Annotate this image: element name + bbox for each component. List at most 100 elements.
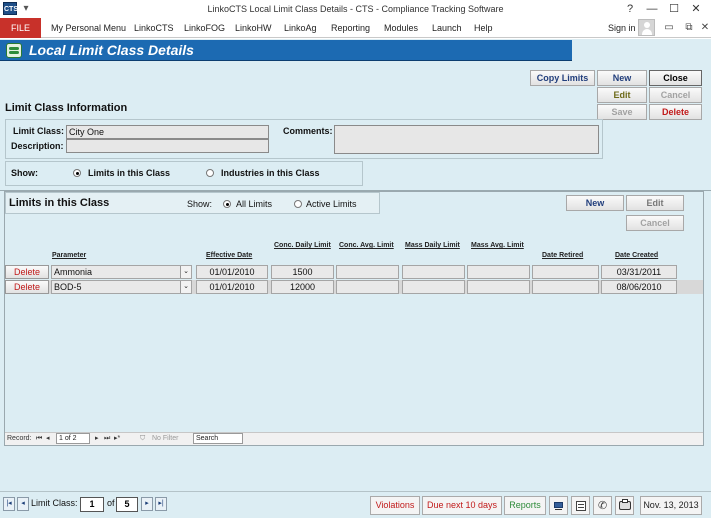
linko-logo-icon xyxy=(6,43,22,58)
comments-label: Comments: xyxy=(283,126,333,136)
parameter-select[interactable]: Ammonia ⌄ xyxy=(51,265,192,279)
limits-cancel-button[interactable]: Cancel xyxy=(626,215,684,231)
chevron-down-icon[interactable]: ⌄ xyxy=(180,281,191,293)
col-mass-daily: Mass Daily Limit xyxy=(405,242,460,249)
maximize-icon[interactable]: ☐ xyxy=(663,0,685,18)
ribbon-minimize-icon[interactable]: ▭ xyxy=(660,19,678,37)
list-icon[interactable] xyxy=(571,496,590,515)
window-title: LinkoCTS Local Limit Class Details - CTS… xyxy=(207,4,504,14)
radio-limits-in-class[interactable] xyxy=(73,169,81,177)
description-label: Description: xyxy=(11,141,64,151)
page-title: Local Limit Class Details xyxy=(29,42,194,58)
date-created-cell[interactable]: 08/06/2010 xyxy=(601,280,677,294)
delete-button[interactable]: Delete xyxy=(649,104,702,120)
limits-title: Limits in this Class xyxy=(9,197,110,209)
edit-button[interactable]: Edit xyxy=(597,87,647,103)
mass-daily-cell[interactable] xyxy=(402,280,465,294)
mass-avg-cell[interactable] xyxy=(467,280,530,294)
mass-avg-cell[interactable] xyxy=(467,265,530,279)
minimize-icon[interactable]: — xyxy=(641,0,663,18)
copy-limits-button[interactable]: Copy Limits xyxy=(530,70,595,86)
date-retired-cell[interactable] xyxy=(532,280,599,294)
app-icon[interactable]: CTS xyxy=(3,2,18,15)
effective-date-cell[interactable]: 01/01/2010 xyxy=(196,265,268,279)
row-delete-button[interactable]: Delete xyxy=(5,265,49,279)
radio-active-limits[interactable] xyxy=(294,200,302,208)
col-conc-avg: Conc. Avg. Limit xyxy=(339,242,394,249)
close-button[interactable]: Close xyxy=(649,70,702,86)
col-effective-date: Effective Date xyxy=(206,252,253,259)
menu-launch[interactable]: Launch xyxy=(432,18,462,38)
menu-my-personal-menu[interactable]: My Personal Menu xyxy=(51,18,126,38)
no-filter-label[interactable]: No Filter xyxy=(152,433,178,444)
menu-modules[interactable]: Modules xyxy=(384,18,418,38)
user-avatar-icon[interactable] xyxy=(638,19,655,36)
limit-class-field[interactable]: City One xyxy=(66,125,269,139)
conc-avg-cell[interactable] xyxy=(336,280,399,294)
parameter-select[interactable]: BOD-5 ⌄ xyxy=(51,280,192,294)
limits-edit-button[interactable]: Edit xyxy=(626,195,684,211)
filter-icon[interactable]: ⛉ xyxy=(140,433,145,444)
next-class-icon[interactable]: ▸ xyxy=(141,497,153,511)
menu-reporting[interactable]: Reporting xyxy=(331,18,370,38)
next-record-icon[interactable]: ▸ xyxy=(95,433,99,444)
mass-daily-cell[interactable] xyxy=(402,265,465,279)
phone-icon[interactable]: ✆ xyxy=(593,496,612,515)
last-class-icon[interactable]: ▸| xyxy=(155,497,167,511)
due-next-button[interactable]: Due next 10 days xyxy=(422,496,502,515)
conc-avg-cell[interactable] xyxy=(336,265,399,279)
save-icon[interactable]: ▾ xyxy=(20,1,32,17)
chevron-down-icon[interactable]: ⌄ xyxy=(180,266,191,278)
date-retired-cell[interactable] xyxy=(532,265,599,279)
radio-industries-in-class[interactable] xyxy=(206,169,214,177)
reports-button[interactable]: Reports xyxy=(504,496,546,515)
col-parameter: Parameter xyxy=(52,252,87,259)
close-window-icon[interactable]: ✕ xyxy=(685,0,707,18)
fax-icon[interactable] xyxy=(615,496,634,515)
industries-in-class-label: Industries in this Class xyxy=(221,168,320,178)
first-class-icon[interactable]: |◂ xyxy=(3,497,15,511)
menu-help[interactable]: Help xyxy=(474,18,493,38)
record-label: Record: xyxy=(7,435,32,442)
save-button[interactable]: Save xyxy=(597,104,647,120)
last-record-icon[interactable]: ⏭ xyxy=(104,433,110,444)
monitor-icon[interactable] xyxy=(549,496,568,515)
row-delete-button[interactable]: Delete xyxy=(5,280,49,294)
col-mass-avg: Mass Avg. Limit xyxy=(471,242,524,249)
effective-date-cell[interactable]: 01/01/2010 xyxy=(196,280,268,294)
conc-daily-cell[interactable]: 12000 xyxy=(271,280,334,294)
status-limit-class-label: Limit Class: xyxy=(31,498,78,508)
cancel-button[interactable]: Cancel xyxy=(649,87,702,103)
parameter-value: Ammonia xyxy=(54,267,93,277)
limits-new-button[interactable]: New xyxy=(566,195,624,211)
close-document-icon[interactable]: ✕ xyxy=(696,19,711,37)
total-class-field: 5 xyxy=(116,497,138,512)
menu-linkoag[interactable]: LinkoAg xyxy=(284,18,317,38)
date-created-cell[interactable]: 03/31/2011 xyxy=(601,265,677,279)
record-position[interactable]: 1 of 2 xyxy=(56,433,90,444)
show-label: Show: xyxy=(11,168,38,178)
first-record-icon[interactable]: ⏮ xyxy=(36,433,42,444)
new-record-icon[interactable]: ▸* xyxy=(114,433,120,444)
prev-class-icon[interactable]: ◂ xyxy=(17,497,29,511)
limit-class-label: Limit Class: xyxy=(13,126,65,136)
help-icon[interactable]: ? xyxy=(619,0,641,18)
file-tab[interactable]: FILE xyxy=(0,18,41,38)
current-class-field[interactable]: 1 xyxy=(80,497,104,512)
comments-field[interactable] xyxy=(334,125,599,154)
search-input[interactable]: Search xyxy=(193,433,243,444)
of-label: of xyxy=(107,498,115,508)
menu-linkocts[interactable]: LinkoCTS xyxy=(134,18,174,38)
new-button[interactable]: New xyxy=(597,70,647,86)
conc-daily-cell[interactable]: 1500 xyxy=(271,265,334,279)
sign-in-link[interactable]: Sign in xyxy=(608,18,636,38)
menu-linkofog[interactable]: LinkoFOG xyxy=(184,18,225,38)
menu-linkohw[interactable]: LinkoHW xyxy=(235,18,272,38)
prev-record-icon[interactable]: ◂ xyxy=(46,433,50,444)
parameter-value: BOD-5 xyxy=(54,282,82,292)
limits-show-label: Show: xyxy=(187,199,213,209)
violations-button[interactable]: Violations xyxy=(370,496,420,515)
description-field[interactable] xyxy=(66,139,269,153)
limits-in-class-label: Limits in this Class xyxy=(88,168,171,178)
radio-all-limits[interactable] xyxy=(223,200,231,208)
